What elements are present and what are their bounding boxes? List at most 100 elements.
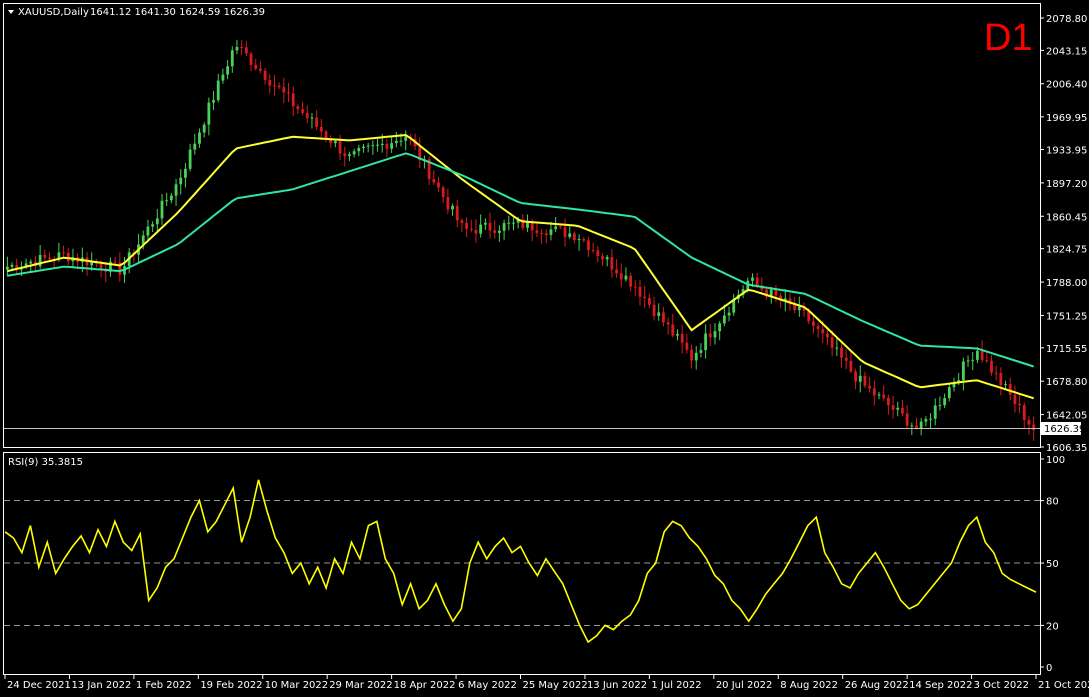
candle-body <box>259 68 262 71</box>
candle-body <box>207 102 211 125</box>
price-tick-label: 1969.95 <box>1046 113 1087 124</box>
candle-body <box>816 325 820 329</box>
price-tick-label: 1897.20 <box>1046 179 1087 190</box>
candle-body <box>774 289 778 296</box>
candle-body <box>854 371 857 382</box>
candle-body <box>221 74 225 81</box>
candle-body <box>563 227 567 237</box>
candle-body <box>849 360 853 372</box>
price-tick-label: 2078.80 <box>1046 14 1087 25</box>
candle-body <box>624 275 628 280</box>
candle-body <box>685 342 689 350</box>
candle-body <box>662 312 665 323</box>
candle-body <box>483 222 487 225</box>
date-tick-label: 8 Aug 2022 <box>780 680 838 691</box>
candle-body <box>1004 384 1007 386</box>
candle-body <box>437 182 440 188</box>
trading-chart[interactable]: 2078.80 2043.15 2006.40 1969.95 1933.95 1897.… <box>0 0 1089 697</box>
candle-body <box>966 360 970 362</box>
candle-body <box>1022 405 1026 420</box>
candle-body <box>198 132 201 144</box>
candle-body <box>498 230 501 233</box>
candle-body <box>343 153 347 157</box>
candle-body <box>160 200 164 219</box>
candle-body <box>615 269 618 274</box>
candle-body <box>1013 394 1017 404</box>
candle-body <box>727 312 731 316</box>
candle-body <box>310 117 314 119</box>
candle-body <box>493 230 497 233</box>
candle-body <box>244 47 248 54</box>
candle-body <box>797 306 801 311</box>
candle-body <box>910 425 914 427</box>
candle-body <box>254 64 258 69</box>
moving-averages <box>7 133 1035 400</box>
candle-body <box>924 419 928 422</box>
current-price-label: 1626.39 <box>1044 424 1085 435</box>
candle-body <box>165 200 169 202</box>
candle-body <box>755 277 759 286</box>
candle-body <box>840 347 843 358</box>
candle-body <box>629 275 633 287</box>
candle-body <box>362 146 365 148</box>
candle-body <box>291 93 295 107</box>
candle-body <box>348 154 351 157</box>
price-tick-label: 1715.55 <box>1046 344 1087 355</box>
rsi-tick-label: 80 <box>1046 497 1059 508</box>
candle-body <box>811 321 815 326</box>
candle-body <box>315 117 319 127</box>
candle-body <box>549 229 553 235</box>
candle-body <box>999 372 1003 386</box>
candle-body <box>469 228 473 230</box>
candle-body <box>671 324 675 336</box>
candle-body <box>891 405 895 410</box>
candle-body <box>235 47 239 51</box>
date-tick-label: 20 Jul 2022 <box>716 680 773 691</box>
candle-body <box>947 387 951 399</box>
candle-body <box>394 140 398 144</box>
rsi-line <box>4 479 1037 644</box>
candle-body <box>540 232 543 234</box>
candle-body <box>441 187 445 198</box>
candle-body <box>174 184 178 196</box>
chevron-down-icon[interactable] <box>8 10 14 14</box>
date-tick-label: 3 Oct 2022 <box>974 680 1029 691</box>
candle-body <box>474 229 478 234</box>
candle-body <box>877 394 881 396</box>
candle-body <box>301 109 304 113</box>
candle-body <box>699 350 703 353</box>
candle-body <box>943 398 947 406</box>
candle-body <box>155 218 159 225</box>
candle-body <box>568 233 572 237</box>
price-tick-label: 1860.45 <box>1046 212 1087 223</box>
candle-body <box>582 239 586 241</box>
candle-body <box>296 106 300 110</box>
candle-body <box>863 375 867 386</box>
date-tick-label: 29 Mar 2022 <box>329 680 392 691</box>
candle-body <box>994 372 998 374</box>
candle-body <box>212 100 215 103</box>
candle-body <box>915 425 918 428</box>
candle-body <box>577 239 581 241</box>
rsi-tick-label: 100 <box>1046 455 1065 466</box>
candle-body <box>43 255 47 258</box>
candle-body <box>333 141 337 144</box>
candle-body <box>5 266 9 270</box>
candle-body <box>886 397 890 406</box>
candle-body <box>605 257 609 260</box>
candle-body <box>872 388 876 396</box>
candle-body <box>596 250 600 257</box>
candle-body <box>657 312 661 316</box>
candle-body <box>835 347 839 349</box>
candle-body <box>366 145 370 147</box>
candle-body <box>385 143 389 149</box>
candle-body <box>455 205 459 221</box>
candle-body <box>751 277 754 281</box>
candle-body <box>113 261 117 263</box>
candle-body <box>507 222 511 224</box>
candle-body <box>512 222 515 224</box>
candle-body <box>718 323 722 332</box>
candle-body <box>151 224 155 227</box>
candle-body <box>643 296 647 298</box>
candle-body <box>572 233 576 240</box>
